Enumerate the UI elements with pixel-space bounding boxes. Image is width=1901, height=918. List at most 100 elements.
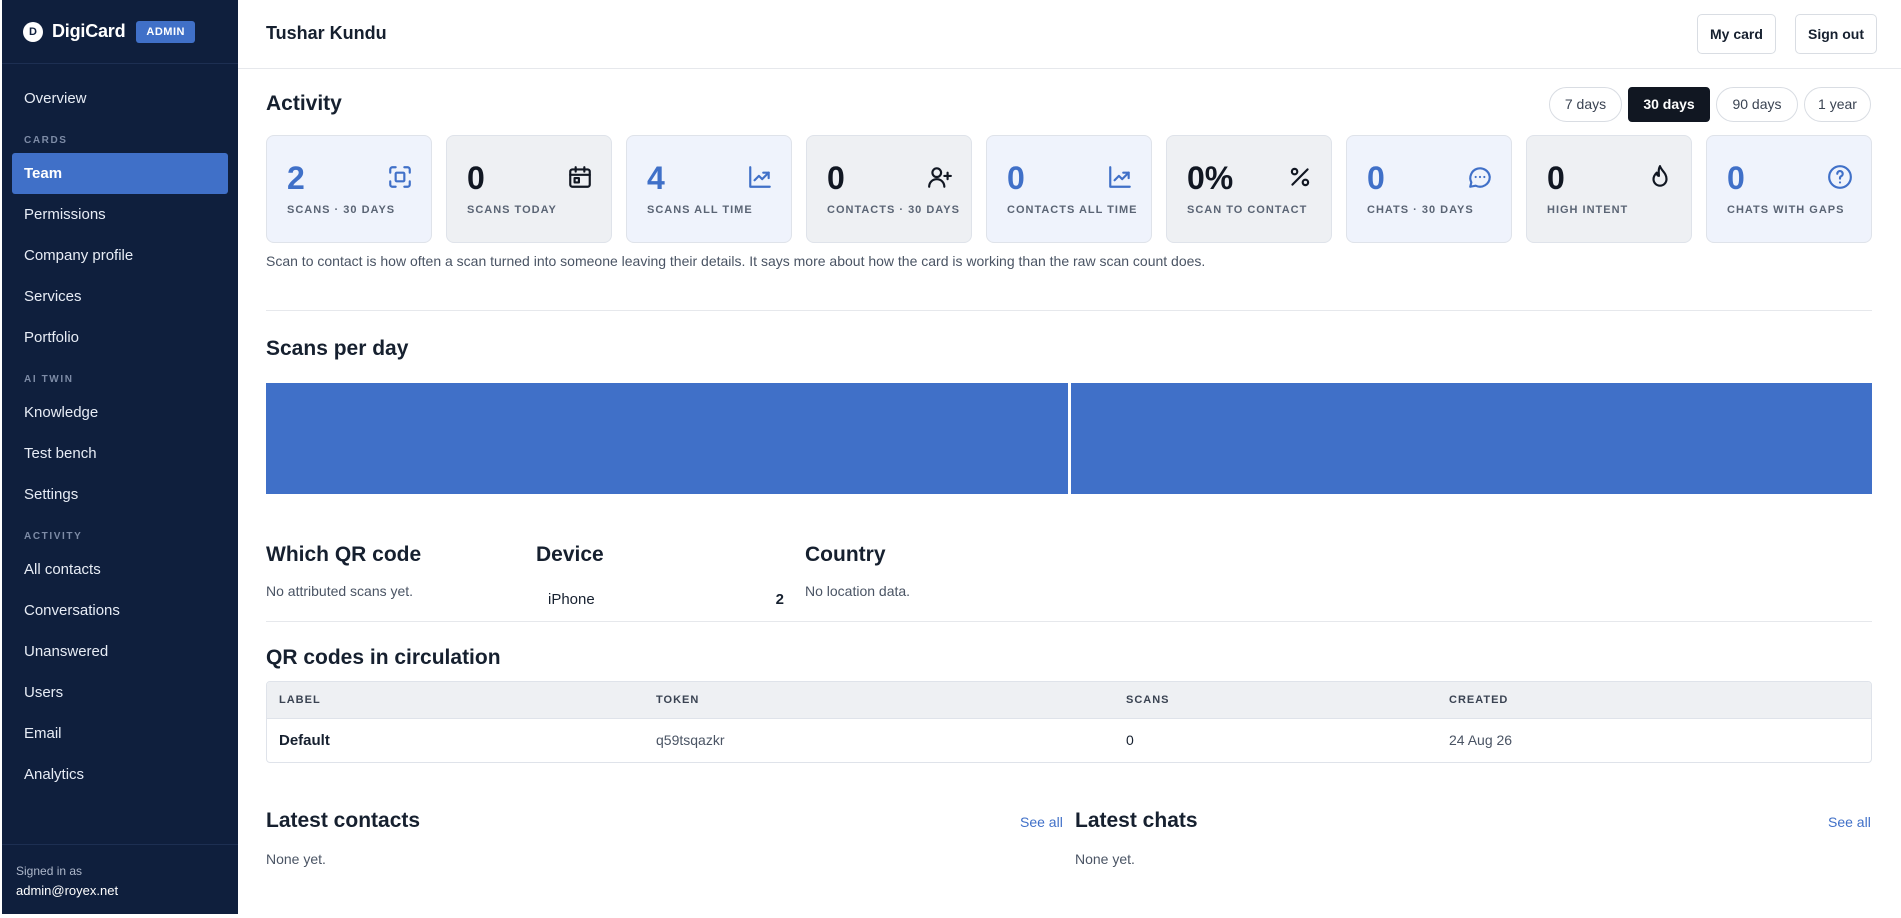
range-1-year[interactable]: 1 year (1804, 87, 1871, 122)
stat-label: SCANS TODAY (467, 204, 557, 216)
row-scans: 0 (1126, 732, 1134, 748)
stat-label: CONTACTS · 30 DAYS (827, 204, 960, 216)
sidebar-nav: Overview CARDS Team Permissions Company … (2, 64, 238, 795)
top-header: Tushar Kundu My card Sign out (238, 0, 1901, 69)
brand-logo-icon: D (23, 21, 43, 42)
range-90-days[interactable]: 90 days (1716, 87, 1798, 122)
sidebar-item-analytics[interactable]: Analytics (12, 754, 228, 795)
stat-value: 0 (467, 160, 485, 196)
section-ai-twin: AI TWIN (24, 374, 74, 385)
my-card-button[interactable]: My card (1697, 14, 1776, 54)
activity-note: Scan to contact is how often a scan turn… (266, 253, 1206, 269)
sidebar-item-all-contacts[interactable]: All contacts (12, 549, 228, 590)
user-plus-icon (927, 164, 953, 190)
qr-breakdown-title: Which QR code (266, 543, 422, 566)
stat-card-contacts-30-days[interactable]: 0 CONTACTS · 30 DAYS (806, 135, 972, 243)
latest-contacts-see-all-link[interactable]: See all (1020, 814, 1063, 830)
stat-card-scans-today[interactable]: 0 SCANS TODAY (446, 135, 612, 243)
stat-card-high-intent[interactable]: 0 HIGH INTENT (1526, 135, 1692, 243)
scan-icon (387, 164, 413, 190)
column-label: LABEL (279, 694, 321, 706)
page-title: Tushar Kundu (266, 23, 387, 43)
scans-per-day-chart (266, 383, 1872, 494)
question-icon (1827, 164, 1853, 190)
stat-label: HIGH INTENT (1547, 204, 1629, 216)
country-breakdown-empty: No location data. (805, 583, 911, 599)
sidebar-item-portfolio[interactable]: Portfolio (12, 317, 228, 358)
signed-in-email: admin@royex.net (16, 883, 119, 898)
sidebar-item-unanswered[interactable]: Unanswered (12, 631, 228, 672)
latest-contacts-empty: None yet. (266, 851, 326, 867)
sidebar-item-company-profile[interactable]: Company profile (12, 235, 228, 276)
latest-chats-see-all-link[interactable]: See all (1828, 814, 1871, 830)
sidebar-item-settings[interactable]: Settings (12, 474, 228, 515)
signed-in-label: Signed in as (16, 864, 83, 878)
activity-title: Activity (266, 92, 342, 115)
sidebar-item-test-bench[interactable]: Test bench (12, 433, 228, 474)
calendar-icon (567, 164, 593, 190)
trend-icon (1107, 164, 1133, 190)
stat-label: CHATS WITH GAPS (1727, 204, 1845, 216)
stat-value: 0 (1367, 160, 1385, 196)
stat-label: SCANS · 30 DAYS (287, 204, 396, 216)
stat-card-scans-all-time[interactable]: 4 SCANS ALL TIME (626, 135, 792, 243)
stat-card-contacts-all-time[interactable]: 0 CONTACTS ALL TIME (986, 135, 1152, 243)
sidebar-item-users[interactable]: Users (12, 672, 228, 713)
country-breakdown-title: Country (805, 543, 886, 566)
qr-breakdown-empty: No attributed scans yet. (266, 583, 414, 599)
qr-codes-title: QR codes in circulation (266, 646, 501, 669)
row-label: Default (279, 732, 330, 749)
qr-codes-table: LABEL TOKEN SCANS CREATED Default q59tsq… (266, 681, 1872, 763)
stat-card-scan-to-contact[interactable]: 0% SCAN TO CONTACT (1166, 135, 1332, 243)
sidebar-item-knowledge[interactable]: Knowledge (12, 392, 228, 433)
sidebar-item-permissions[interactable]: Permissions (12, 194, 228, 235)
divider (266, 310, 1872, 311)
sidebar-item-services[interactable]: Services (12, 276, 228, 317)
percent-icon (1287, 164, 1313, 190)
column-token: TOKEN (656, 694, 700, 706)
scans-per-day-title: Scans per day (266, 337, 409, 360)
stat-value: 0 (1547, 160, 1565, 196)
range-7-days[interactable]: 7 days (1549, 87, 1622, 122)
trend-icon (747, 164, 773, 190)
latest-contacts-title: Latest contacts (266, 809, 421, 832)
column-created: CREATED (1449, 694, 1509, 706)
stat-card-chats-with-gaps[interactable]: 0 CHATS WITH GAPS (1706, 135, 1872, 243)
stat-value: 0% (1187, 160, 1234, 196)
table-row[interactable]: Default q59tsqazkr 0 24 Aug 26 (267, 719, 1871, 762)
stat-card-scans-30-days[interactable]: 2 SCANS · 30 DAYS (266, 135, 432, 243)
sidebar: D DigiCard ADMIN Overview CARDS Team Per… (2, 0, 238, 914)
sign-out-button[interactable]: Sign out (1795, 14, 1877, 54)
sidebar-item-conversations[interactable]: Conversations (12, 590, 228, 631)
device-breakdown-title: Device (536, 543, 604, 566)
stat-card-chats-30-days[interactable]: 0 CHATS · 30 DAYS (1346, 135, 1512, 243)
section-activity: ACTIVITY (24, 531, 83, 542)
latest-chats-title: Latest chats (1075, 809, 1198, 832)
latest-chats-empty: None yet. (1075, 851, 1135, 867)
sidebar-item-email[interactable]: Email (12, 713, 228, 754)
device-count: 2 (775, 591, 784, 608)
range-30-days[interactable]: 30 days (1628, 87, 1710, 122)
admin-badge: ADMIN (136, 20, 195, 43)
stat-value: 0 (827, 160, 845, 196)
stat-label: SCANS ALL TIME (647, 204, 753, 216)
flame-icon (1647, 164, 1673, 190)
sidebar-item-team[interactable]: Team (12, 153, 228, 194)
stat-label: CONTACTS ALL TIME (1007, 204, 1138, 216)
column-scans: SCANS (1126, 694, 1170, 706)
stat-value: 0 (1727, 160, 1745, 196)
stat-label: SCAN TO CONTACT (1187, 204, 1308, 216)
stat-value: 2 (287, 160, 305, 196)
chart-bar (266, 383, 1068, 494)
chart-bar (1070, 383, 1872, 494)
sidebar-item-overview[interactable]: Overview (12, 78, 228, 119)
stat-value: 0 (1007, 160, 1025, 196)
row-token: q59tsqazkr (656, 732, 725, 748)
stat-value: 4 (647, 160, 665, 196)
device-name: iPhone (548, 591, 595, 608)
signed-in-panel: Signed in as admin@royex.net (2, 844, 238, 914)
brand-name: DigiCard (52, 21, 126, 41)
brand[interactable]: D DigiCard ADMIN (2, 0, 238, 64)
section-cards: CARDS (24, 135, 68, 146)
divider (266, 621, 1872, 622)
